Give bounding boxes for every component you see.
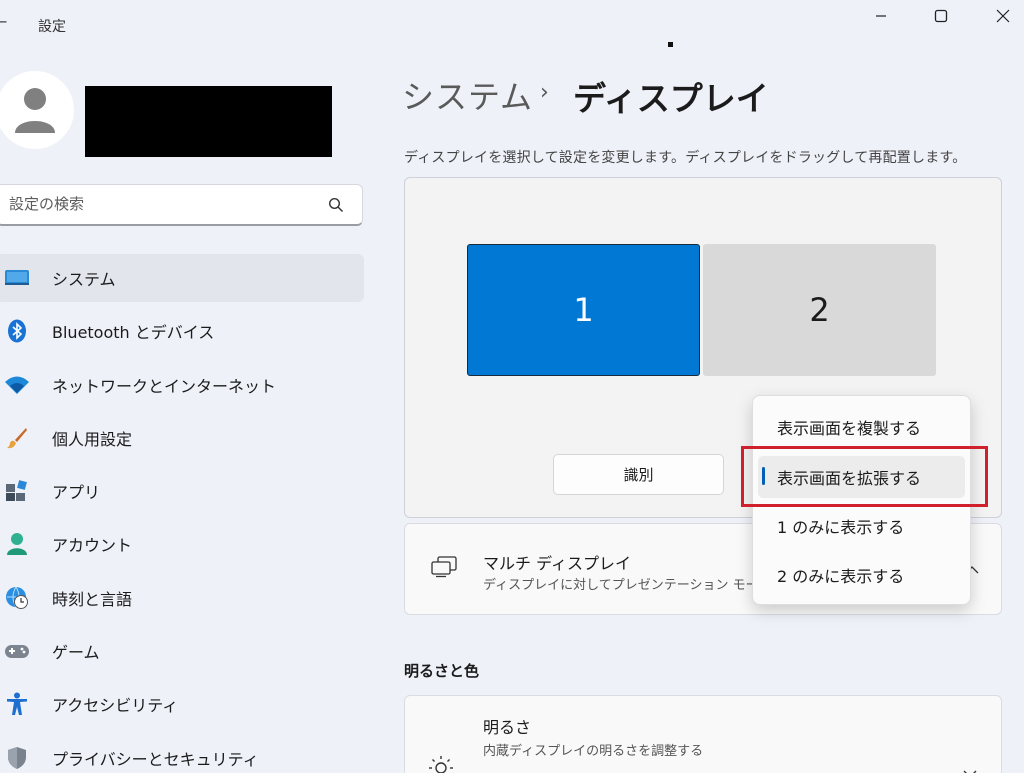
monitor-1[interactable]: 1: [467, 244, 700, 376]
chevron-down-icon[interactable]: [963, 764, 977, 773]
sidebar-item-time-language[interactable]: 時刻と言語: [0, 574, 364, 622]
sidebar-item-privacy[interactable]: プライバシーとセキュリティ: [0, 734, 364, 773]
sidebar-item-network[interactable]: ネットワークとインターネット: [0, 361, 364, 409]
multi-display-icon: [430, 556, 458, 582]
minimize-icon: [876, 15, 886, 17]
identify-button[interactable]: 識別: [553, 454, 724, 495]
gamepad-icon: [4, 639, 30, 663]
sidebar-item-bluetooth[interactable]: Bluetooth とデバイス: [0, 307, 364, 355]
settings-search-box[interactable]: [0, 184, 363, 226]
cursor-dot: [668, 42, 673, 47]
dropdown-option-only-2[interactable]: 2 のみに表示する: [758, 554, 965, 596]
sidebar-item-label: Bluetooth とデバイス: [52, 323, 215, 343]
back-arrow-icon[interactable]: ←: [0, 12, 7, 31]
user-icon: [15, 88, 55, 133]
maximize-icon: [934, 9, 948, 23]
brightness-card[interactable]: 明るさ 内蔵ディスプレイの明るさを調整する: [404, 695, 1002, 773]
brightness-subtitle: 内蔵ディスプレイの明るさを調整する: [483, 744, 704, 759]
sidebar-item-label: システム: [52, 270, 116, 289]
breadcrumb-separator: ›: [540, 80, 549, 105]
apps-icon: [4, 479, 30, 503]
arrangement-description: ディスプレイを選択して設定を変更します。ディスプレイをドラッグして再配置します。: [404, 150, 967, 166]
close-icon: [996, 9, 1010, 23]
sidebar-item-personalization[interactable]: 個人用設定: [0, 414, 364, 462]
brightness-title: 明るさ: [483, 718, 532, 737]
accessibility-icon: [4, 692, 30, 716]
breadcrumb-parent[interactable]: システム: [402, 72, 533, 118]
annotation-highlight-box: [741, 446, 988, 507]
globe-clock-icon: [4, 586, 30, 610]
bluetooth-icon: [4, 319, 30, 343]
maximize-button[interactable]: [918, 4, 964, 28]
sidebar-nav: システム Bluetooth とデバイス ネットワークとインターネット 個人用設…: [0, 254, 364, 773]
dropdown-option-only-1[interactable]: 1 のみに表示する: [758, 505, 965, 547]
search-icon[interactable]: [328, 197, 344, 213]
page-title: ディスプレイ: [573, 79, 769, 118]
sun-icon: [427, 754, 455, 773]
search-input[interactable]: [9, 185, 319, 223]
sidebar-item-system[interactable]: システム: [0, 254, 364, 302]
title-bar: ← 設定: [0, 0, 1024, 48]
redacted-user-name: [85, 86, 332, 157]
sidebar-item-label: ゲーム: [52, 643, 100, 663]
monitor-label: 1: [573, 291, 594, 329]
close-button[interactable]: [980, 4, 1024, 28]
multi-display-title: マルチ ディスプレイ: [483, 554, 631, 573]
dropdown-option-label: 表示画面を複製する: [777, 419, 922, 438]
sidebar-item-label: プライバシーとセキュリティ: [52, 749, 259, 769]
brush-icon: [4, 426, 30, 450]
minimize-button[interactable]: [858, 4, 904, 28]
sidebar-item-gaming[interactable]: ゲーム: [0, 627, 364, 675]
dropdown-option-duplicate[interactable]: 表示画面を複製する: [758, 406, 965, 448]
sidebar-item-label: ネットワークとインターネット: [52, 376, 277, 396]
avatar[interactable]: [0, 71, 74, 149]
shield-icon: [4, 746, 30, 770]
wifi-icon: [4, 373, 30, 397]
multi-display-subtitle: ディスプレイに対してプレゼンテーション モードを: [483, 578, 785, 593]
dropdown-option-label: 1 のみに表示する: [777, 518, 905, 537]
section-title-brightness-color: 明るさと色: [404, 662, 480, 680]
system-display-icon: [4, 266, 30, 290]
sidebar-item-label: アプリ: [52, 483, 101, 503]
sidebar-item-label: 個人用設定: [52, 429, 133, 449]
sidebar-item-label: アカウント: [52, 536, 133, 556]
sidebar-item-apps[interactable]: アプリ: [0, 467, 364, 515]
dropdown-option-label: 2 のみに表示する: [777, 567, 905, 586]
sidebar-item-accessibility[interactable]: アクセシビリティ: [0, 680, 364, 728]
sidebar-item-label: 時刻と言語: [52, 589, 133, 609]
app-title: 設定: [38, 19, 66, 35]
sidebar-item-label: アクセシビリティ: [52, 696, 179, 716]
account-icon: [4, 532, 30, 556]
monitor-2[interactable]: 2: [703, 244, 936, 376]
sidebar-item-accounts[interactable]: アカウント: [0, 520, 364, 568]
monitor-label: 2: [809, 291, 830, 329]
